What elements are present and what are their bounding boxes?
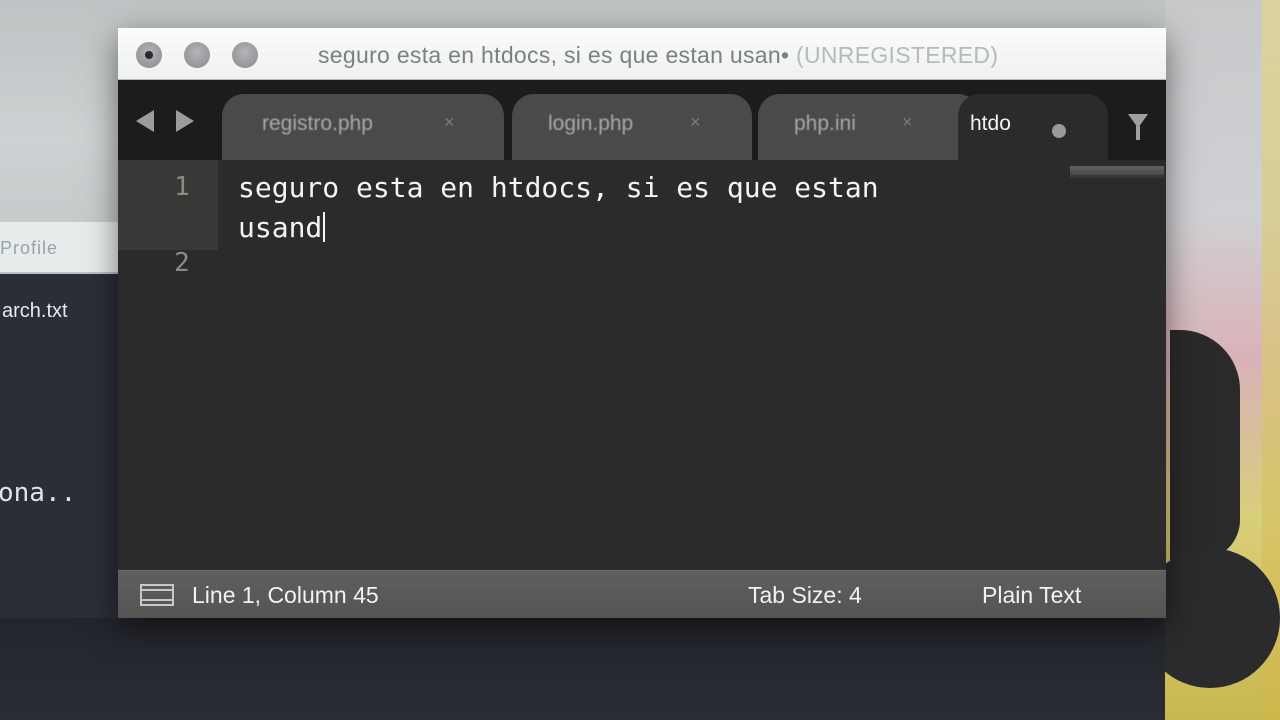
close-tab-icon[interactable]: × (690, 112, 701, 133)
tab-list-dropdown-icon[interactable] (1128, 114, 1148, 140)
previous-tab-icon[interactable] (136, 110, 154, 132)
background-window-header-text: Profile (0, 238, 59, 258)
tab-size-selector[interactable]: Tab Size: 4 (748, 582, 862, 609)
unregistered-label: (UNREGISTERED) (796, 42, 999, 68)
next-tab-icon[interactable] (176, 110, 194, 132)
line-number: 1 (174, 172, 190, 202)
maximize-button[interactable] (232, 42, 258, 68)
editor-area[interactable]: 1 2 seguro esta en htdocs, si es que est… (118, 160, 1166, 570)
tab-php-ini[interactable]: php.ini × (758, 94, 980, 160)
status-bar: Line 1, Column 45 Tab Size: 4 Plain Text (118, 570, 1166, 618)
cursor-position: Line 1, Column 45 (192, 582, 379, 608)
panel-toggle-icon[interactable] (140, 584, 174, 606)
background-terminal-text: ona.. (0, 478, 77, 508)
tab-registro-php[interactable]: registro.php × (222, 94, 504, 160)
tab-label: registro.php (262, 112, 373, 135)
tab-bar: registro.php × login.php × php.ini × htd… (118, 80, 1166, 160)
desktop-bottom (0, 618, 1165, 720)
window-title-text: seguro esta en htdocs, si es que estan u… (318, 42, 790, 68)
editor-window: seguro esta en htdocs, si es que estan u… (118, 28, 1166, 618)
close-tab-icon[interactable]: × (902, 112, 913, 133)
close-button[interactable] (136, 42, 162, 68)
title-bar[interactable]: seguro esta en htdocs, si es que estan u… (118, 28, 1166, 80)
code-text[interactable]: seguro esta en htdocs, si es que estan u… (238, 168, 978, 248)
unsaved-dot-icon[interactable] (1052, 124, 1066, 138)
line-gutter: 1 2 (118, 160, 218, 570)
minimize-button[interactable] (184, 42, 210, 68)
tab-htdo-active[interactable]: htdo (958, 94, 1108, 160)
tab-login-php[interactable]: login.php × (512, 94, 752, 160)
current-line-highlight (118, 160, 218, 250)
foreground-object (1170, 330, 1240, 560)
line-number: 2 (174, 248, 190, 278)
tab-label: login.php (548, 112, 634, 135)
syntax-selector[interactable]: Plain Text (982, 582, 1081, 609)
close-tab-icon[interactable]: × (444, 112, 455, 133)
window-title: seguro esta en htdocs, si es que estan u… (318, 42, 1158, 69)
code-line: seguro esta en htdocs, si es que estan u… (238, 171, 896, 244)
tab-label: htdo (970, 112, 1011, 135)
minimap[interactable] (1070, 166, 1164, 178)
text-caret (323, 212, 326, 242)
tab-label: php.ini (794, 112, 856, 135)
background-file-item[interactable]: arch.txt (2, 300, 68, 323)
